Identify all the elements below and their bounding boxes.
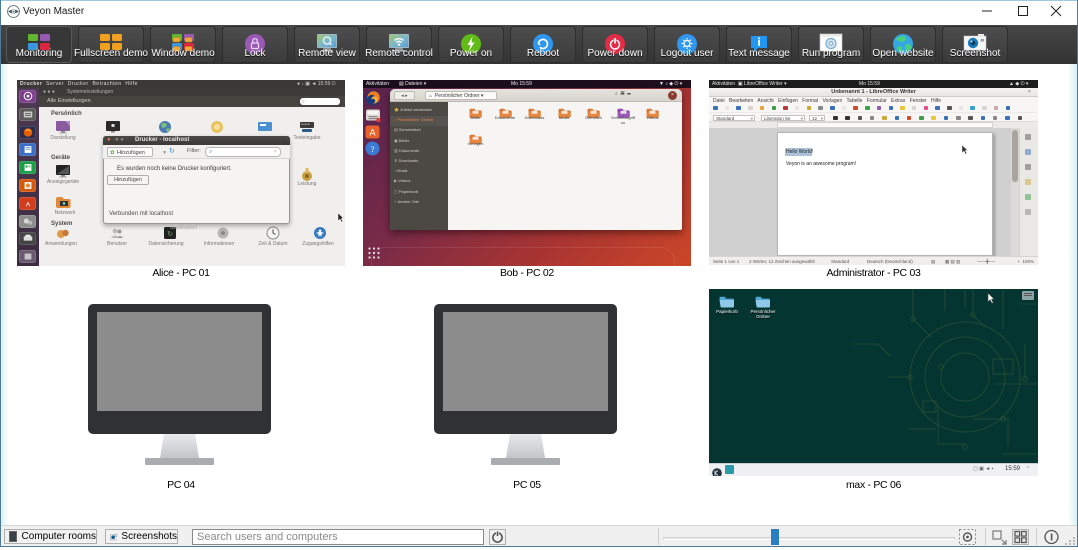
svg-text:A: A [26,201,31,208]
svg-text:?: ? [371,144,375,154]
svg-text:A: A [369,128,375,138]
svg-text:↻: ↻ [167,231,173,238]
